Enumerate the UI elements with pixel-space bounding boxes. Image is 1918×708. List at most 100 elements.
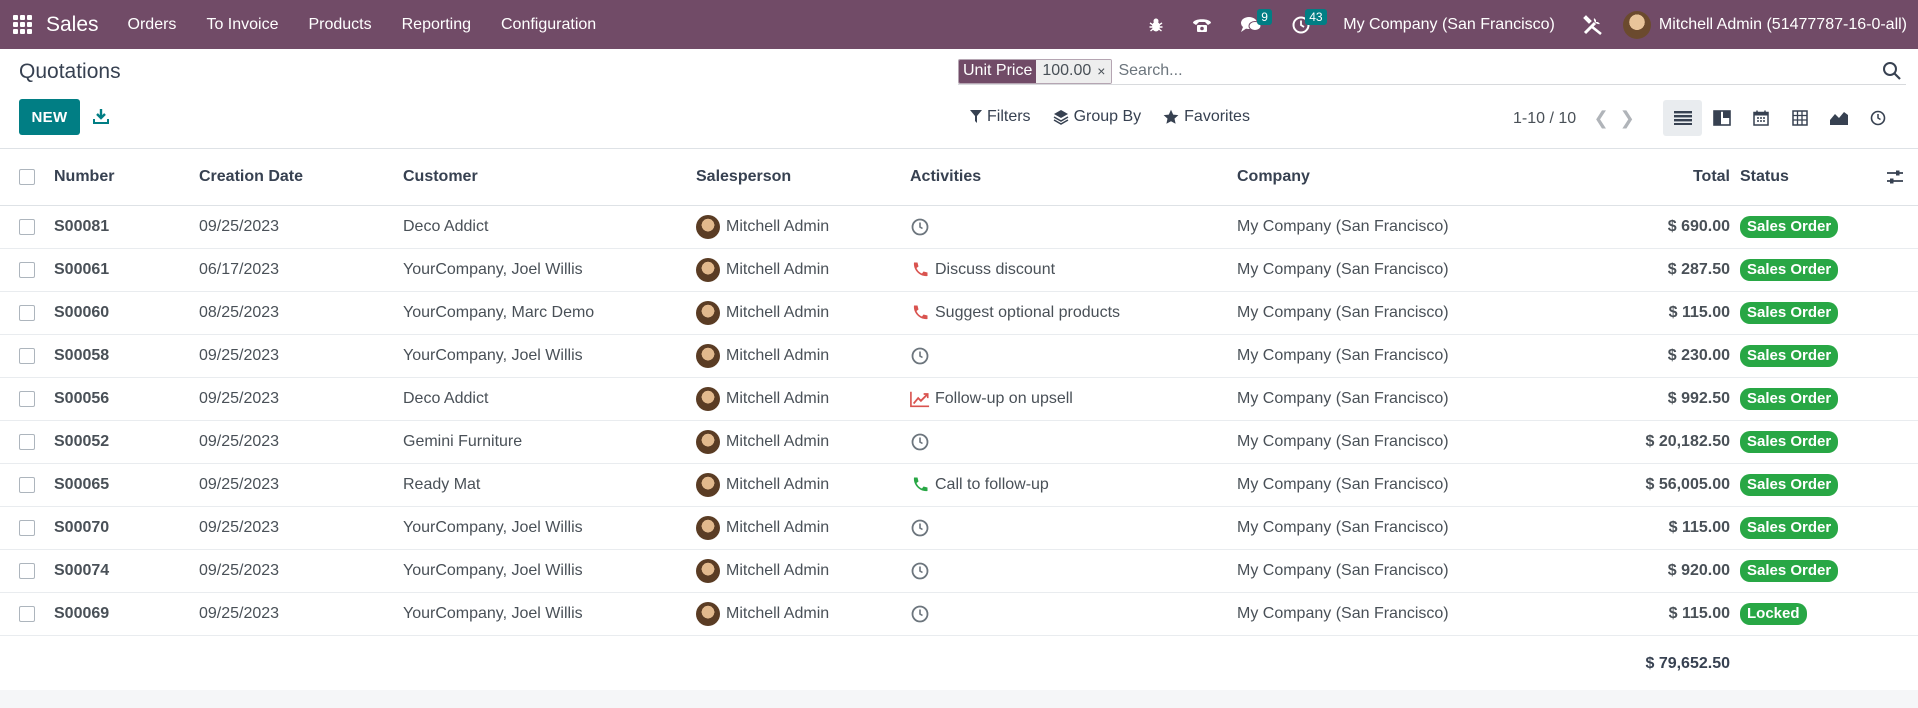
order-number[interactable]: S00052 — [54, 421, 109, 463]
salesperson-avatar[interactable] — [696, 387, 720, 411]
user-avatar[interactable] — [1622, 10, 1651, 39]
salesperson-avatar[interactable] — [696, 258, 720, 282]
app-brand[interactable]: Sales — [46, 13, 99, 37]
table-row[interactable]: S00065 09/25/2023 Ready Mat Mitchell Admin C… — [0, 464, 1918, 507]
clock-icon[interactable] — [910, 518, 930, 538]
order-number[interactable]: S00070 — [54, 507, 109, 549]
order-number[interactable]: S00056 — [54, 378, 109, 420]
clock-icon[interactable] — [910, 604, 930, 624]
activity-cell[interactable] — [910, 421, 935, 463]
row-checkbox[interactable] — [19, 421, 35, 463]
kanban-view-icon[interactable] — [1702, 100, 1741, 136]
order-number[interactable]: S00069 — [54, 593, 109, 635]
phone-red-icon[interactable] — [910, 303, 930, 323]
activity-cell[interactable] — [910, 550, 935, 592]
pivot-view-icon[interactable] — [1780, 100, 1819, 136]
calendar-view-icon[interactable] — [1741, 100, 1780, 136]
clock-icon[interactable] — [910, 432, 930, 452]
select-all-checkbox[interactable] — [19, 149, 35, 205]
table-row[interactable]: S00060 08/25/2023 YourCompany, Marc Demo Mi… — [0, 292, 1918, 335]
salesperson-avatar[interactable] — [696, 559, 720, 583]
header-number[interactable]: Number — [54, 149, 114, 205]
salesperson-avatar[interactable] — [696, 215, 720, 239]
table-row[interactable]: S00069 09/25/2023 YourCompany, Joel Willis… — [0, 593, 1918, 636]
table-row[interactable]: S00052 09/25/2023 Gemini Furniture Mitchell… — [0, 421, 1918, 464]
new-button[interactable]: NEW — [19, 99, 80, 135]
activity-cell[interactable]: Discuss discount — [910, 249, 1055, 291]
activity-cell[interactable] — [910, 206, 935, 248]
activity-cell[interactable]: Follow-up on upsell — [910, 378, 1073, 420]
search-icon[interactable] — [1882, 61, 1902, 81]
clock-icon[interactable] — [910, 561, 930, 581]
app-grid-icon[interactable] — [13, 14, 33, 35]
header-activities[interactable]: Activities — [910, 149, 981, 205]
order-number[interactable]: S00081 — [54, 206, 109, 248]
menu-reporting[interactable]: Reporting — [387, 0, 486, 49]
activity-cell[interactable]: Call to follow-up — [910, 464, 1049, 506]
header-company[interactable]: Company — [1237, 149, 1310, 205]
tools-icon[interactable] — [1579, 0, 1607, 49]
order-number[interactable]: S00060 — [54, 292, 109, 334]
header-total[interactable]: Total — [1693, 149, 1730, 205]
clock-icon[interactable] — [910, 217, 930, 237]
favorites-button[interactable]: Favorites — [1163, 108, 1250, 126]
activity-cell[interactable] — [910, 593, 935, 635]
activities-clock-icon[interactable]: 43 — [1279, 0, 1327, 49]
pager-value[interactable]: 1-10 / 10 — [1513, 110, 1576, 128]
facet-remove-icon[interactable]: × — [1095, 59, 1112, 83]
messages-icon[interactable]: 9 — [1229, 0, 1273, 49]
list-view-icon[interactable] — [1663, 100, 1702, 136]
user-menu[interactable]: Mitchell Admin (51477787-16-0-all) — [1659, 16, 1907, 34]
pager-next-icon[interactable]: ❯ — [1616, 108, 1638, 129]
menu-orders[interactable]: Orders — [113, 0, 192, 49]
phone-red-icon[interactable] — [910, 260, 930, 280]
row-checkbox[interactable] — [19, 550, 35, 592]
salesperson-avatar[interactable] — [696, 301, 720, 325]
salesperson-avatar[interactable] — [696, 602, 720, 626]
download-icon[interactable] — [90, 103, 112, 129]
header-status[interactable]: Status — [1740, 149, 1789, 205]
activity-cell[interactable] — [910, 507, 935, 549]
phone-green-icon[interactable] — [910, 475, 930, 495]
header-salesperson[interactable]: Salesperson — [696, 149, 791, 205]
row-checkbox[interactable] — [19, 593, 35, 635]
voip-phone-icon[interactable] — [1181, 0, 1223, 49]
upsell-chart-icon[interactable] — [910, 389, 930, 409]
search-input[interactable] — [1118, 62, 1906, 80]
row-checkbox[interactable] — [19, 464, 35, 506]
graph-view-icon[interactable] — [1819, 100, 1858, 136]
table-row[interactable]: S00058 09/25/2023 YourCompany, Joel Willis… — [0, 335, 1918, 378]
header-customer[interactable]: Customer — [403, 149, 478, 205]
group-by-button[interactable]: Group By — [1053, 108, 1141, 126]
menu-products[interactable]: Products — [293, 0, 386, 49]
filters-button[interactable]: Filters — [970, 108, 1031, 126]
row-checkbox[interactable] — [19, 507, 35, 549]
row-checkbox[interactable] — [19, 335, 35, 377]
table-row[interactable]: S00074 09/25/2023 YourCompany, Joel Willis… — [0, 550, 1918, 593]
salesperson-avatar[interactable] — [696, 516, 720, 540]
optional-columns-icon[interactable] — [1886, 149, 1904, 205]
order-number[interactable]: S00074 — [54, 550, 109, 592]
menu-configuration[interactable]: Configuration — [486, 0, 611, 49]
activity-cell[interactable]: Suggest optional products — [910, 292, 1120, 334]
activity-view-icon[interactable] — [1858, 100, 1897, 136]
bug-icon[interactable] — [1139, 0, 1173, 49]
row-checkbox[interactable] — [19, 206, 35, 248]
pager-prev-icon[interactable]: ❮ — [1590, 108, 1612, 129]
order-number[interactable]: S00058 — [54, 335, 109, 377]
table-row[interactable]: S00061 06/17/2023 YourCompany, Joel Willis… — [0, 249, 1918, 292]
company-switcher[interactable]: My Company (San Francisco) — [1343, 16, 1555, 34]
salesperson-avatar[interactable] — [696, 473, 720, 497]
table-row[interactable]: S00056 09/25/2023 Deco Addict Mitchell Admi… — [0, 378, 1918, 421]
row-checkbox[interactable] — [19, 292, 35, 334]
header-creation-date[interactable]: Creation Date — [199, 149, 303, 205]
activity-cell[interactable] — [910, 335, 935, 377]
order-number[interactable]: S00065 — [54, 464, 109, 506]
table-row[interactable]: S00081 09/25/2023 Deco Addict Mitchell Admi… — [0, 206, 1918, 249]
salesperson-avatar[interactable] — [696, 430, 720, 454]
order-number[interactable]: S00061 — [54, 249, 109, 291]
menu-to-invoice[interactable]: To Invoice — [191, 0, 293, 49]
salesperson-avatar[interactable] — [696, 344, 720, 368]
row-checkbox[interactable] — [19, 249, 35, 291]
clock-icon[interactable] — [910, 346, 930, 366]
